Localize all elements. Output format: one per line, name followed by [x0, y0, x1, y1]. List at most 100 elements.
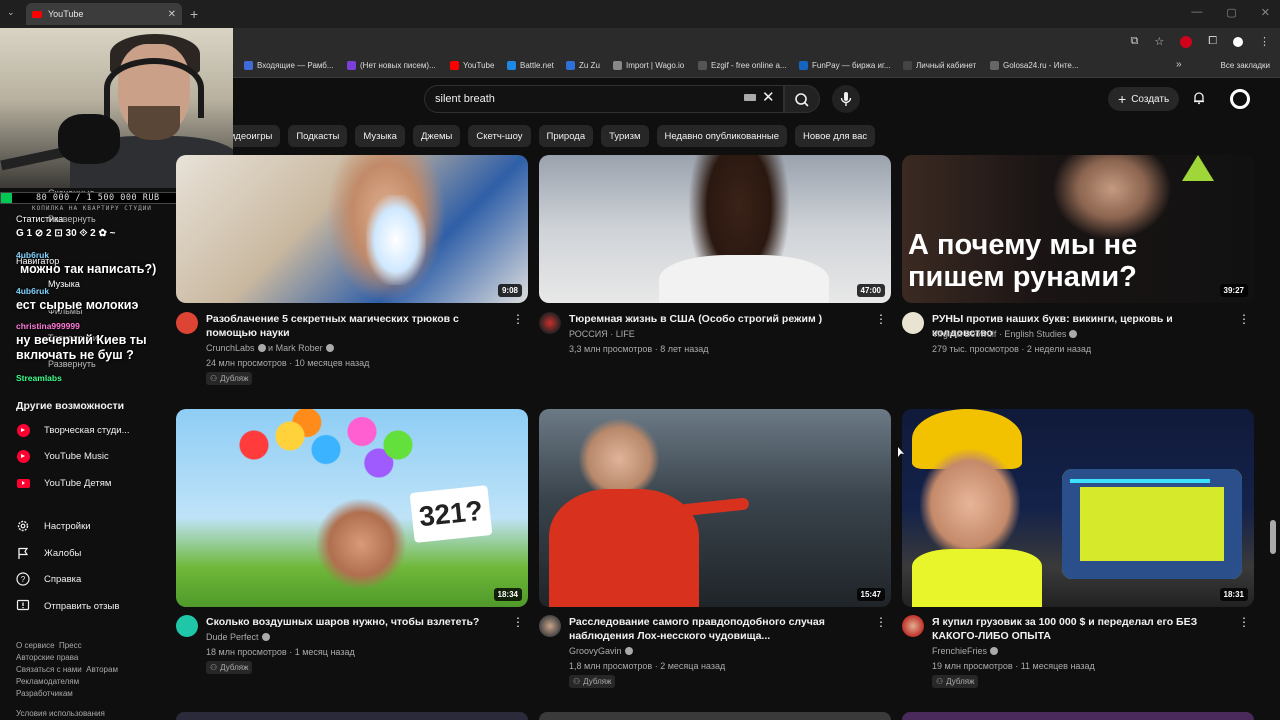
bookmark-item[interactable]: (Нет новых писем)...	[347, 61, 436, 70]
verified-icon	[261, 633, 270, 641]
channel-avatar[interactable]	[902, 615, 924, 637]
chip[interactable]: Новое для вас	[795, 125, 876, 147]
footer-link[interactable]: О сервисе	[16, 641, 55, 650]
channel-name[interactable]: CrunchLabs и Mark Rober	[206, 343, 334, 353]
terms-link[interactable]: Условия использования	[16, 708, 146, 720]
cast-icon[interactable]: ⧉	[1130, 35, 1138, 48]
video-thumbnail[interactable]: 321? 18:34	[176, 409, 528, 607]
sidebar-item-help[interactable]: ? Справка	[16, 572, 81, 586]
extension-icon[interactable]	[1180, 35, 1193, 48]
channel-avatar[interactable]	[539, 615, 561, 637]
bookmark-item[interactable]: Import | Wago.io	[613, 61, 684, 70]
help-icon: ?	[16, 572, 30, 586]
footer-link[interactable]: Авторам	[86, 665, 118, 674]
sidebar-item-studio[interactable]: Творческая студи...	[16, 423, 130, 437]
close-window-icon[interactable]: ✕	[1261, 6, 1270, 19]
footer-link[interactable]: Пресс	[59, 641, 82, 650]
video-title[interactable]: Расследование самого правдоподобного слу…	[569, 615, 865, 643]
page-scrollbar[interactable]	[1270, 520, 1276, 554]
video-thumbnail[interactable]: 47:00	[539, 155, 891, 303]
more-actions-icon[interactable]: ⋮	[1238, 312, 1250, 326]
channel-name[interactable]: РОССИЯ · LIFE	[569, 329, 635, 339]
chip[interactable]: Скетч-шоу	[468, 125, 531, 147]
video-title[interactable]: Я купил грузовик за 100 000 $ и передела…	[932, 615, 1228, 643]
video-thumbnail[interactable]: 15:47	[539, 409, 891, 607]
channel-avatar[interactable]	[176, 312, 198, 334]
chat-username: 4ub6ruk	[16, 286, 50, 296]
video-thumbnail[interactable]	[176, 712, 528, 720]
dubbing-icon: ⚇	[210, 663, 218, 672]
browser-tab-youtube[interactable]: YouTube ✕	[26, 3, 182, 25]
video-thumbnail[interactable]	[539, 712, 891, 720]
extensions-puzzle-icon[interactable]: ⧠	[1208, 35, 1217, 48]
chip[interactable]: Природа	[538, 125, 594, 147]
footer-link[interactable]: Разработчикам	[16, 689, 73, 698]
channel-name[interactable]: GroovyGavin	[569, 646, 633, 656]
all-bookmarks[interactable]: Все закладки	[1221, 61, 1270, 70]
more-actions-icon[interactable]: ⋮	[1238, 615, 1250, 629]
chip[interactable]: Джемы	[412, 125, 461, 147]
video-thumbnail[interactable]: 9:08	[176, 155, 528, 303]
more-actions-icon[interactable]: ⋮	[512, 312, 524, 326]
bookmark-item[interactable]: Входящие — Рамб...	[244, 61, 334, 70]
channel-name[interactable]: Dude Perfect	[206, 632, 270, 642]
channel-name[interactable]: FrenchieFries	[932, 646, 999, 656]
verified-icon	[624, 647, 633, 655]
footer-link[interactable]: Авторские права	[16, 653, 78, 662]
video-duration: 18:31	[1219, 588, 1248, 601]
channel-avatar[interactable]	[902, 312, 924, 334]
video-title[interactable]: Тюремная жизнь в США (Особо строгий режи…	[569, 312, 865, 326]
bookmark-item[interactable]: Zu Zu	[566, 61, 600, 70]
sidebar-item-feedback[interactable]: Отправить отзыв	[16, 599, 119, 613]
channel-avatar[interactable]	[176, 615, 198, 637]
minimize-icon[interactable]: —	[1191, 6, 1202, 19]
video-title[interactable]: Разоблачение 5 секретных магических трюк…	[206, 312, 502, 340]
bookmark-item[interactable]: Личный кабинет	[903, 61, 976, 70]
channel-avatar[interactable]	[539, 312, 561, 334]
channel-name[interactable]: Virginia Bēowulf · English Studies	[932, 329, 1078, 339]
account-avatar[interactable]	[1230, 89, 1250, 109]
browser-menu-icon[interactable]: ⋮	[1259, 35, 1270, 48]
more-actions-icon[interactable]: ⋮	[875, 615, 887, 629]
video-meta: 3,3 млн просмотров · 8 лет назад	[569, 344, 709, 354]
sidebar-item-music[interactable]: YouTube Music	[16, 449, 109, 463]
search-input[interactable]: silent breath	[424, 85, 784, 113]
clear-search-icon[interactable]: ✕	[762, 88, 775, 106]
bookmark-item[interactable]: Ezgif - free online a...	[698, 61, 787, 70]
create-button[interactable]: + Создать	[1108, 87, 1180, 111]
bookmarks-more-icon[interactable]: »	[1176, 59, 1182, 70]
footer-link[interactable]: Рекламодателям	[16, 677, 79, 686]
notifications-bell-icon[interactable]	[1192, 91, 1206, 105]
video-thumbnail[interactable]	[902, 712, 1254, 720]
verified-icon	[990, 647, 999, 655]
video-thumbnail[interactable]: А почему мы не пишем рунами? 39:27	[902, 155, 1254, 303]
keyboard-icon[interactable]	[744, 94, 756, 101]
search-button[interactable]	[784, 85, 820, 113]
video-thumbnail[interactable]: 18:31	[902, 409, 1254, 607]
new-tab-icon[interactable]: +	[190, 6, 198, 22]
bookmark-item[interactable]: Battle.net	[507, 61, 554, 70]
chip[interactable]: Подкасты	[288, 125, 348, 147]
maximize-icon[interactable]: ▢	[1226, 6, 1236, 19]
bookmark-item[interactable]: FunPay — биржа иг...	[799, 61, 891, 70]
bookmark-star-icon[interactable]: ☆	[1154, 35, 1164, 48]
profile-icon[interactable]	[1233, 36, 1243, 47]
bookmark-item[interactable]: YouTube	[450, 61, 494, 70]
sidebar-item-settings[interactable]: Настройки	[16, 519, 91, 533]
video-title[interactable]: Сколько воздушных шаров нужно, чтобы взл…	[206, 615, 502, 629]
microphone-icon	[58, 114, 120, 164]
plus-icon: +	[1118, 91, 1127, 107]
more-actions-icon[interactable]: ⋮	[875, 312, 887, 326]
voice-search-button[interactable]	[832, 85, 860, 113]
close-tab-icon[interactable]: ✕	[168, 9, 176, 20]
chip[interactable]: Недавно опубликованные	[656, 125, 788, 147]
footer-link[interactable]: Связаться с нами	[16, 665, 82, 674]
sidebar-item-kids[interactable]: YouTube Детям	[16, 476, 111, 490]
sidebar-item-reports[interactable]: Жалобы	[16, 546, 81, 560]
chip[interactable]: Музыка	[355, 125, 405, 147]
chip[interactable]: Туризм	[601, 125, 649, 147]
flag-icon	[16, 546, 30, 560]
tab-list-icon[interactable]: ⌄	[7, 7, 15, 18]
more-actions-icon[interactable]: ⋮	[512, 615, 524, 629]
bookmark-item[interactable]: Golosa24.ru - Инте...	[990, 61, 1079, 70]
